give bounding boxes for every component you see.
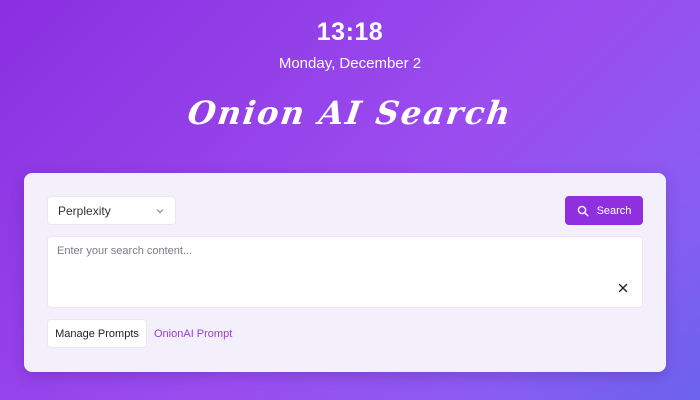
onionai-prompt-link[interactable]: OnionAI Prompt bbox=[154, 328, 232, 340]
search-panel: Perplexity Search Manage Prompts OnionAI… bbox=[24, 173, 666, 372]
search-input[interactable] bbox=[48, 237, 642, 307]
engine-select[interactable]: Perplexity bbox=[47, 196, 176, 225]
search-input-container bbox=[47, 236, 643, 308]
search-button[interactable]: Search bbox=[565, 196, 643, 225]
clock-date: Monday, December 2 bbox=[278, 55, 422, 72]
close-icon[interactable] bbox=[618, 283, 628, 293]
search-button-label: Search bbox=[596, 204, 632, 217]
manage-prompts-button[interactable]: Manage Prompts bbox=[47, 319, 147, 348]
engine-select-value: Perplexity bbox=[58, 203, 111, 218]
chevron-down-icon bbox=[156, 208, 164, 213]
page-title: Onion AI Search bbox=[185, 94, 515, 132]
clock-time: 13:18 bbox=[316, 18, 384, 46]
search-icon bbox=[577, 205, 589, 217]
